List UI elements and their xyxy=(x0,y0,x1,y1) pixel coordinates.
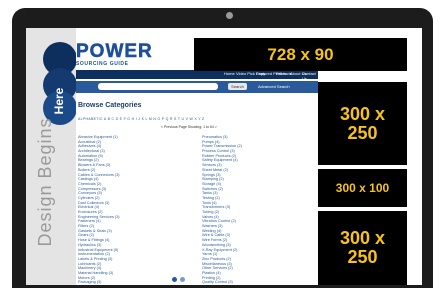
search-bar: Search Advanced Search xyxy=(76,81,318,93)
left-gutter: Here Design Begins xyxy=(26,28,77,285)
category-list-right: Pneumatics (3) Pumps (4) Power Transmissio… xyxy=(202,135,302,285)
design-begins-text: Design Begins xyxy=(35,117,55,247)
ad-slot-300x250-top: 300 x 250 xyxy=(318,82,407,165)
ad-slot-300x250-bottom: 300 x 250 xyxy=(318,211,407,285)
screen: Here Design Begins POWER SOURCING GUIDE … xyxy=(26,28,422,285)
ad-slot-728x90: 728 x 90 xyxy=(194,38,407,71)
advanced-search-link[interactable]: Advanced Search xyxy=(258,84,290,89)
ad-label: 300 x 250 xyxy=(339,103,386,143)
here-tab-label: Here xyxy=(52,87,66,115)
category-list-left: Abrasive Equipment (1) Acoustical (2) Adhe… xyxy=(78,135,178,285)
nav-item[interactable]: Home xyxy=(224,71,235,76)
pager-dot[interactable] xyxy=(180,277,185,282)
ad-label: 300 x 100 xyxy=(335,180,390,195)
main-nav: Home Video Pick Copy Featured Profiles P… xyxy=(76,70,318,81)
logo-main-text: POWER xyxy=(76,41,153,62)
pager-dot[interactable] xyxy=(172,277,177,282)
ad-label: 728 x 90 xyxy=(267,44,334,64)
pagination-note: < Previous Page Showing: 1 to 64 > xyxy=(161,125,217,129)
nav-item[interactable]: Contact Us xyxy=(302,71,318,81)
pager xyxy=(172,277,188,283)
ad-label: 300 x 250 xyxy=(339,228,386,267)
alphabet-filter[interactable]: ALPHABETIC A B C D E F G H I J K L M N O… xyxy=(78,117,204,121)
search-button[interactable]: Search xyxy=(228,83,247,90)
site-logo[interactable]: POWER SOURCING GUIDE xyxy=(76,41,153,67)
category-link[interactable]: Quality Control (3) xyxy=(202,280,302,285)
page-title: Browse Categories xyxy=(78,102,142,109)
search-input[interactable] xyxy=(98,83,218,90)
camera-icon xyxy=(226,12,233,19)
category-link[interactable]: Packaging (3) xyxy=(78,280,178,285)
ad-slot-300x100: 300 x 100 xyxy=(318,169,407,207)
